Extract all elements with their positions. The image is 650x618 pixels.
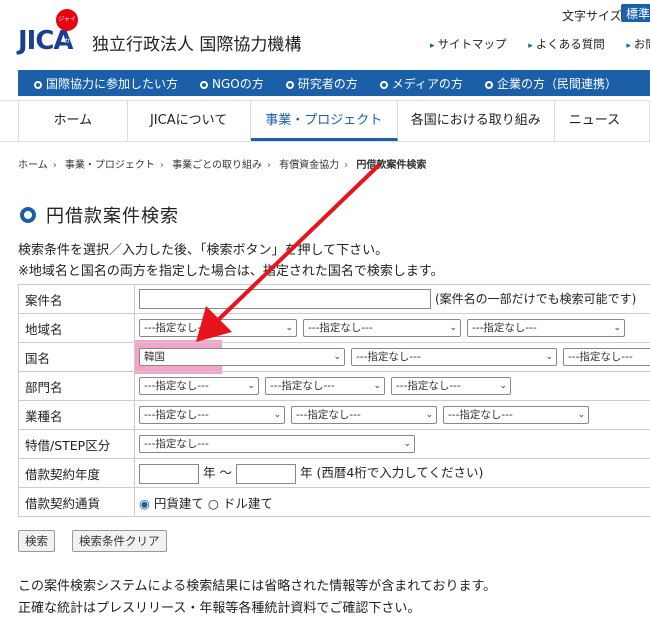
sector-select-2[interactable]: ---指定なし--- ⌄ [265,377,385,395]
disclaimer-line: 正確な統計はプレスリリース・年報等各種統計資料でご確認下さい。 [18,601,421,616]
audience-item-business[interactable]: 企業の方（民間連携） [469,75,617,92]
font-size-label: 文字サイズ [562,9,622,23]
circle-icon [379,80,388,89]
chevron-right-icon: ▸ [430,41,435,51]
nav-projects[interactable]: 事業・プロジェクト [250,101,398,141]
circle-icon [200,80,209,89]
search-button[interactable]: 検索 [18,530,55,552]
subsector-select-3[interactable]: ---指定なし--- ⌄ [443,406,589,424]
audience-item-media[interactable]: メディアの方 [364,75,463,92]
chevron-down-icon: ⌄ [613,323,621,333]
instruction-line: 検索条件を選択／入力した後、「検索ボタン」を押して下さい。 [18,243,389,258]
year-label: 借款契約年度 [18,458,135,488]
ring-icon [20,207,36,223]
nav-about-jica[interactable]: JICAについて [128,101,251,141]
sector-label: 部門名 [18,371,135,401]
sector-select-1[interactable]: ---指定なし--- ⌄ [139,377,259,395]
page-title-text: 円借款案件検索 [46,206,179,227]
region-select-2[interactable]: ---指定なし--- ⌄ [303,319,461,337]
case-name-label: 案件名 [18,284,135,314]
currency-dollar-label: ドル建て [222,495,273,511]
audience-item-ngo[interactable]: NGOの方 [184,75,264,92]
clear-conditions-button[interactable]: 検索条件クリア [72,530,167,552]
breadcrumb: ホーム › 事業・プロジェクト › 事業ごとの取り組み › 有償資金協力 › 円借款案件… [18,160,427,171]
instruction-line: ※地域名と国名の両方を指定した場合は、指定された国名で検索します。 [18,264,444,279]
case-name-hint: (案件名の一部だけでも検索可能です) [435,291,637,306]
breadcrumb-initiatives[interactable]: 事業ごとの取り組み [172,160,262,171]
circle-icon [34,80,42,89]
year-unit: 年 [202,465,216,481]
year-from-input[interactable] [139,463,199,484]
currency-yen-label: 円貨建て [153,495,204,511]
step-label: 特借/STEP区分 [18,429,135,459]
country-select-2[interactable]: ---指定なし--- ⌄ [351,348,557,366]
circle-icon [285,80,294,89]
sitemap-link[interactable]: ▸ サイトマップ [430,37,516,51]
chevron-down-icon: ⌄ [285,323,293,333]
chevron-down-icon: ⌄ [333,352,341,362]
font-size-standard-button[interactable]: 標準 [621,4,650,22]
chevron-down-icon: ⌄ [273,410,281,420]
chevron-down-icon: ⌄ [373,381,381,391]
region-label: 地域名 [18,313,135,343]
currency-yen-radio[interactable]: ◉ [139,496,150,511]
contact-link[interactable]: ▸お問合せ [626,37,650,51]
jica-logo-badge: ジャイカ [56,9,78,45]
chevron-down-icon: ⌄ [449,323,457,333]
nav-home[interactable]: ホーム [18,101,128,141]
case-name-input[interactable] [139,289,431,309]
region-select-1[interactable]: ---指定なし--- ⌄ [139,319,297,337]
breadcrumb-projects[interactable]: 事業・プロジェクト [65,160,155,171]
page-title: 円借款案件検索 [20,202,179,228]
chevron-down-icon: ⌄ [425,410,433,420]
country-select-3[interactable]: ---指定なし--- [563,348,650,366]
subsector-select-1[interactable]: ---指定なし--- ⌄ [139,406,285,424]
instructions: 検索条件を選択／入力した後、「検索ボタン」を押して下さい。 ※地域名と国名の両方… [18,240,444,282]
chevron-down-icon: ⌄ [577,410,585,420]
audience-item-researcher[interactable]: 研究者の方 [270,75,358,92]
chevron-down-icon: ⌄ [403,439,411,449]
chevron-down-icon: ⌄ [545,352,553,362]
audience-nav: 国際協力に参加したい方 NGOの方 研究者の方 メディアの方 企業の方（民間連携… [18,70,650,96]
global-nav: ホーム JICAについて 事業・プロジェクト 各国における取り組み ニュース [0,100,650,142]
disclaimer-line: この案件検索システムによる検索結果には省略された情報等が含まれております。 [18,579,497,594]
breadcrumb-home[interactable]: ホーム [18,160,48,171]
step-select[interactable]: ---指定なし--- ⌄ [139,435,415,453]
currency-label: 借款契約通貨 [18,487,135,517]
year-tilde: 〜 [219,465,232,481]
currency-dollar-radio[interactable]: ○ [208,496,219,511]
subsector-label: 業種名 [18,400,135,430]
breadcrumb-loan-aid[interactable]: 有償資金協力 [279,160,339,171]
nav-countries[interactable]: 各国における取り組み [398,101,555,141]
year-to-input[interactable] [235,463,296,484]
disclaimer: この案件検索システムによる検索結果には省略された情報等が含まれております。 正確… [18,576,496,618]
sector-select-3[interactable]: ---指定なし--- ⌄ [391,377,511,395]
site-header: JICA ジャイカ 独立行政法人 国際協力機構 文字サイズ 標準 ▸ サイトマップ… [0,0,650,66]
region-select-3[interactable]: ---指定なし--- ⌄ [467,319,625,337]
utility-links: ▸サイトマップ ▸よくある質問 ▸お問合せ [430,36,650,52]
chevron-down-icon: ⌄ [247,381,255,391]
subsector-select-2[interactable]: ---指定なし--- ⌄ [291,406,437,424]
chevron-right-icon: ▸ [626,41,631,51]
chevron-right-icon: ▸ [528,41,533,51]
country-select-1[interactable]: 韓国 ⌄ [139,348,345,366]
audience-item-participate[interactable]: 国際協力に参加したい方 [18,75,178,92]
breadcrumb-current: 円借款案件検索 [356,160,427,171]
org-name: 独立行政法人 国際協力機構 [92,35,302,55]
chevron-down-icon: ⌄ [499,381,507,391]
circle-icon [484,80,493,89]
nav-news[interactable]: ニュース [555,101,650,141]
year-hint: 年 (西暦4桁で入力してください) [299,465,484,481]
country-label: 国名 [18,342,135,372]
search-form: 案件名 (案件名の一部だけでも検索可能です) 地域名 ---指定なし--- ⌄ --… [18,284,650,517]
faq-link[interactable]: ▸ よくある質問 [528,37,614,51]
